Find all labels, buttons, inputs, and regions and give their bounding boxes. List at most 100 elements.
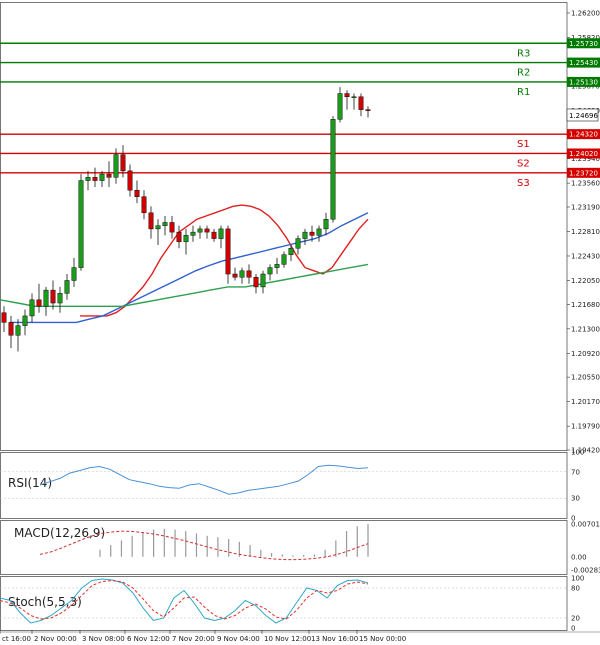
candle-body [78,180,84,268]
forex-chart: 1.262001.258201.254501.250701.246901.243… [0,0,600,645]
price-tick-label: 1.22430 [571,252,600,260]
level-name-s3: S3 [517,178,530,189]
level-name-r2: R2 [517,68,530,79]
level-tag-r3: 1.25730 [569,40,598,48]
candle-body [239,270,245,278]
candle-body [99,173,105,181]
candle-body [218,228,224,239]
level-tag-r1: 1.25130 [569,78,598,86]
candle-body [246,270,252,278]
candle-body [43,289,49,307]
candle-body [162,222,168,226]
candle-body [148,212,154,230]
candle-body [337,93,343,120]
candle-body [365,109,371,111]
stoch-tick-label: 20 [571,615,580,623]
candle-body [344,93,350,98]
time-tick-label: 3 Nov 08:00 [82,635,125,643]
price-tick-label: 1.26200 [571,9,600,17]
price-tick-label: 1.20920 [571,350,600,358]
candle-body [176,231,182,243]
level-name-r1: R1 [517,87,530,98]
time-tick-label: 9 Nov 04:00 [217,635,260,643]
time-tick-label: 15 Nov 00:00 [359,635,406,643]
candle-body [85,177,91,181]
level-tag-s2: 1.24020 [569,150,598,158]
candle-body [211,231,217,239]
candle-body [15,325,21,336]
stoch-tick-label: 100 [571,575,584,583]
candle-body [316,228,322,236]
time-tick-label: ct 16:00 [2,635,31,643]
price-tick-label: 1.21680 [571,301,600,309]
rsi-tick-label: 30 [571,495,580,503]
time-tick-label: 10 Nov 12:00 [264,635,311,643]
level-name-s1: S1 [517,139,530,150]
candle-body [92,177,98,181]
candle-body [127,170,133,191]
time-tick-label: 13 Nov 16:00 [311,635,358,643]
candle-body [197,228,203,233]
stoch-tick-label: 80 [571,585,580,593]
current-price-tag: 1.24696 [566,108,598,122]
candle-body [64,280,70,294]
price-tick-label: 1.23190 [571,203,600,211]
price-tick-label: 1.22050 [571,277,600,285]
level-name-s2: S2 [517,158,530,169]
candle-body [253,276,259,288]
candle-body [232,273,238,278]
candle-body [8,322,14,336]
candle-body [29,299,35,317]
candle-body [36,299,42,307]
candle-body [120,154,126,172]
candle-body [267,267,273,275]
price-tick-label: 1.22810 [571,228,600,236]
time-tick-label: 7 Nov 20:00 [172,635,215,643]
stoch-tick-label: 0 [571,625,575,633]
candle-body [71,267,77,281]
macd-tick-label: 0.00 [571,553,587,561]
macd-title: MACD(12,26,9) [14,526,105,540]
candle-body [1,312,7,323]
candle-body [351,96,357,99]
candle-body [309,231,315,236]
rsi-tick-label: 70 [571,468,580,476]
candle-body [260,273,266,288]
level-tag-s1: 1.24320 [569,131,598,139]
candle-body [274,264,280,268]
candle-body [134,189,140,197]
price-tick-label: 1.23560 [571,180,600,188]
candle-body [358,96,364,110]
candle-body [50,289,56,304]
candle-body [22,315,28,326]
level-tag-s3: 1.23720 [569,169,598,177]
candle-body [323,218,329,230]
current-price-label: 1.24696 [569,112,598,120]
candle-body [155,225,161,230]
candle-body [295,238,301,249]
time-tick-label: 6 Nov 12:00 [127,635,170,643]
candle-body [204,228,210,233]
macd-tick-label: 0.007015 [571,521,600,529]
candle-body [302,231,308,239]
candle-body [57,293,63,304]
candle-body [113,154,119,178]
time-tick-label: 2 Nov 00:00 [34,635,77,643]
price-tick-label: 1.21300 [571,325,600,333]
candle-body [330,119,336,220]
candle-body [183,235,189,243]
price-tick-label: 1.19790 [571,423,600,431]
price-tick-label: 1.20170 [571,398,600,406]
level-tag-r2: 1.25430 [569,59,598,67]
candle-body [141,196,147,214]
candle-body [281,254,287,265]
rsi-tick-label: 100 [571,449,584,457]
candle-body [190,231,196,236]
candle-body [225,228,231,275]
level-name-r3: R3 [517,48,530,59]
candle-body [169,222,175,233]
macd-tick-label: -0.002831 [571,567,600,575]
price-tick-label: 1.20550 [571,374,600,382]
candle-body [288,247,294,255]
candle-body [106,173,112,178]
